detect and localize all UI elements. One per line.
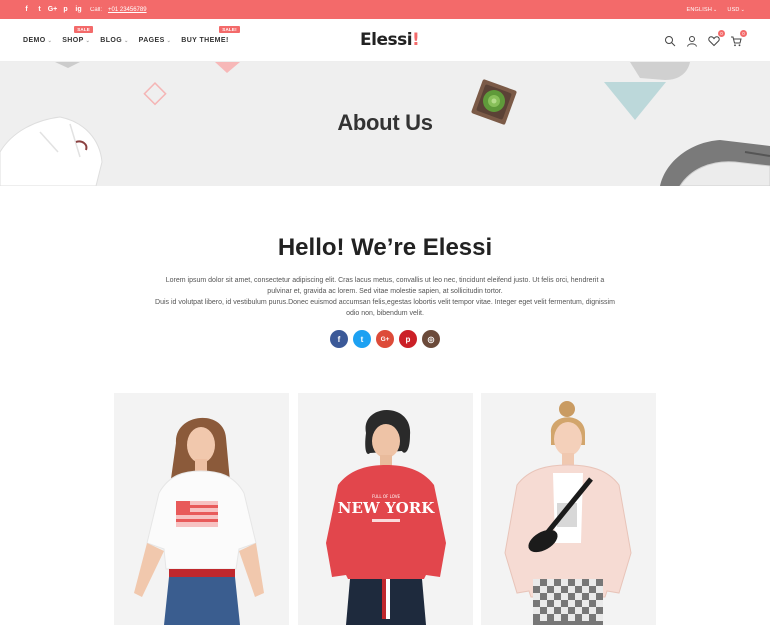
google-plus-icon: G+ [380,335,390,343]
currency-select[interactable]: USD⌄ [727,7,745,13]
top-bar: f t G+ p ig Call: +01 23456789 ENGLISH⌄ … [0,0,770,19]
chevron-down-icon: ⌄ [740,6,745,13]
nav-item-pages[interactable]: PAGES ⌄ [139,37,172,44]
twitter-icon[interactable]: t [36,6,43,13]
search-icon[interactable] [664,35,676,47]
pinterest-icon: p [405,334,411,344]
instagram-icon[interactable]: ig [75,6,82,13]
wishlist-icon[interactable]: 0 [708,29,725,47]
intro-paragraph: Duis id volutpat libero, id vestibulum p… [155,299,615,317]
call-label: Call: [90,6,103,13]
instagram-share-button[interactable]: ◎ [422,330,440,348]
sale-badge: SALE [74,26,94,33]
svg-text:NEW YORK: NEW YORK [338,499,435,517]
team-photo [114,393,289,625]
main-header: DEMO ⌄ SHOP ⌄ SALE BLOG ⌄ PAGES ⌄ BUY THEME! S… [0,19,770,62]
pinterest-share-button[interactable]: p [399,330,417,348]
chevron-down-icon: ⌄ [124,37,129,44]
twitter-share-button[interactable]: t [353,330,371,348]
phone-link[interactable]: +01 23456789 [108,7,147,13]
intro-text: Lorem ipsum dolor sit amet, consectetur … [155,275,615,319]
sale-badge: SALE! [219,26,240,33]
chevron-down-icon: ⌄ [85,37,91,44]
instagram-icon: ◎ [427,334,435,344]
team-photo [481,393,656,625]
intro-paragraph: Lorem ipsum dolor sit amet, consectetur … [165,277,605,295]
nav-item-buy-theme[interactable]: BUY THEME! SALE! [181,26,240,44]
account-icon[interactable] [686,35,698,47]
facebook-icon[interactable]: f [23,6,30,13]
language-select[interactable]: ENGLISH⌄ [686,7,717,13]
facebook-icon: f [337,334,341,344]
team-photo: NEW YORK FULL OF LOVE [298,393,473,625]
google-plus-icon[interactable]: G+ [48,6,58,13]
twitter-icon: t [360,334,364,344]
chevron-down-icon: ⌄ [47,37,53,44]
main-nav: DEMO ⌄ SHOP ⌄ SALE BLOG ⌄ PAGES ⌄ BUY THEME! S… [23,19,240,62]
nav-item-demo[interactable]: DEMO ⌄ [23,37,52,44]
chevron-down-icon: ⌄ [166,37,172,44]
pinterest-icon[interactable]: p [62,6,69,13]
page-title: About Us [337,110,433,135]
chevron-down-icon: ⌄ [713,6,718,13]
site-logo[interactable]: Elessi! [360,30,420,50]
google-plus-share-button[interactable]: G+ [376,330,394,348]
svg-text:FULL OF LOVE: FULL OF LOVE [372,494,401,499]
nav-item-shop[interactable]: SHOP ⌄ SALE [62,26,94,44]
nav-item-blog[interactable]: BLOG ⌄ [100,37,128,44]
intro-heading: Hello! We’re Elessi [277,234,493,261]
facebook-share-button[interactable]: f [330,330,348,348]
page-banner: About Us [0,62,770,186]
cart-icon[interactable]: 0 [730,29,747,47]
share-buttons: f t G+ p ◎ [0,330,770,348]
cart-count: 0 [740,29,747,37]
wishlist-count: 0 [718,29,725,37]
